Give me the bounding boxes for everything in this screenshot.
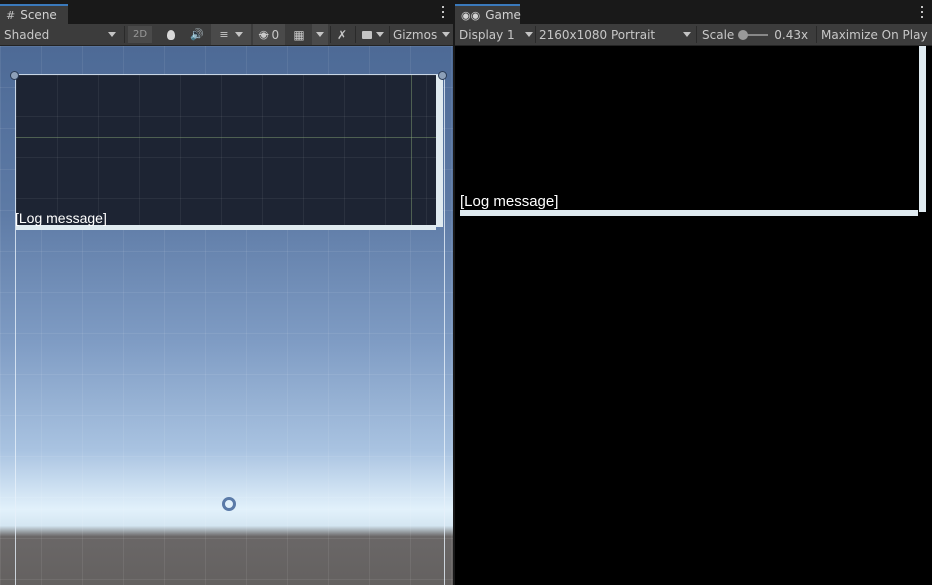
divider	[389, 26, 390, 43]
camera-gizmo-icon[interactable]	[222, 497, 236, 511]
display-value: Display 1	[459, 27, 515, 42]
vertical-scrollbar[interactable]	[919, 46, 926, 212]
scale-slider-knob[interactable]	[738, 29, 749, 40]
scene-tab-strip: # Scene	[0, 0, 453, 24]
scale-value: 0.43x	[774, 27, 809, 42]
log-scroll-view[interactable]	[16, 75, 436, 227]
scale-slider[interactable]	[738, 29, 769, 40]
layers-icon: ≡	[219, 28, 229, 41]
scene-toolbar: Shaded 2D 🔊 ≡ ◉ 0 ▦ ✗ Gizmos	[0, 24, 453, 46]
hidden-eye-icon: ◉	[258, 28, 269, 41]
maximize-on-play-button[interactable]: Maximize On Play	[821, 24, 929, 45]
hidden-count: 0	[271, 27, 280, 42]
panel-guide-line	[16, 137, 436, 138]
chevron-down-icon	[442, 32, 451, 37]
gizmos-label: Gizmos	[393, 27, 438, 42]
grid-icon: #	[6, 8, 16, 22]
game-toolbar: Display 1 2160x1080 Portrait Scale 0.43x…	[455, 24, 932, 46]
scene-viewport[interactable]: [Log message]	[0, 46, 453, 585]
divider	[330, 26, 331, 43]
scene-log-text: [Log message]	[15, 210, 107, 226]
toggle-2d-button[interactable]: 2D	[128, 26, 152, 43]
divider	[124, 26, 125, 43]
scale-control: Scale 0.43x	[702, 24, 814, 45]
display-dropdown[interactable]: Display 1	[459, 24, 533, 45]
audio-toggle[interactable]: 🔊	[186, 24, 208, 45]
divider	[816, 26, 817, 43]
game-viewport[interactable]: [Log message]	[455, 46, 932, 585]
game-tab-strip: ◉◉ Game	[455, 0, 932, 24]
scene-panel: # Scene Shaded 2D 🔊 ≡ ◉ 0 ▦ ✗ Gizmos [Lo…	[0, 0, 453, 585]
kebab-menu-icon[interactable]	[442, 6, 445, 18]
chevron-down-icon	[376, 32, 384, 37]
divider	[696, 26, 697, 43]
divider	[355, 26, 356, 43]
game-log-text: [Log message]	[460, 193, 559, 210]
speaker-icon: 🔊	[190, 28, 204, 41]
draw-mode-dropdown[interactable]: Shaded	[4, 24, 120, 45]
horizontal-scrollbar[interactable]	[460, 210, 918, 216]
resolution-dropdown[interactable]: 2160x1080 Portrait	[539, 24, 691, 45]
game-panel: ◉◉ Game Display 1 2160x1080 Portrait Sca…	[455, 0, 932, 585]
draw-mode-value: Shaded	[4, 27, 50, 42]
lightbulb-icon	[167, 29, 175, 40]
camera-dropdown[interactable]	[359, 24, 387, 45]
camera-icon	[362, 30, 372, 39]
chevron-down-icon	[525, 32, 533, 37]
chevron-down-icon	[234, 32, 243, 37]
panel-guide-line	[411, 75, 412, 227]
maximize-on-play-label: Maximize On Play	[821, 27, 928, 42]
rect-handle-top-left[interactable]	[10, 71, 19, 80]
vertical-scrollbar[interactable]	[436, 75, 443, 227]
kebab-menu-icon[interactable]	[921, 6, 924, 18]
tab-game[interactable]: ◉◉ Game	[455, 4, 521, 24]
divider	[535, 26, 536, 43]
lighting-toggle[interactable]	[160, 24, 182, 45]
gamepad-icon: ◉◉	[461, 8, 481, 22]
toggle-2d-label: 2D	[132, 29, 148, 40]
tab-game-label: Game	[485, 8, 521, 22]
panel-grid	[16, 75, 436, 227]
scene-visibility-toggle[interactable]: ◉ 0	[253, 24, 285, 45]
wrench-icon: ✗	[336, 27, 348, 42]
chevron-down-icon	[316, 32, 324, 37]
tools-toggle[interactable]: ✗	[333, 24, 351, 45]
resolution-value: 2160x1080 Portrait	[539, 27, 656, 42]
tab-scene-label: Scene	[20, 8, 57, 22]
tab-scene[interactable]: # Scene	[0, 4, 68, 24]
grid-options-dropdown[interactable]	[312, 24, 328, 45]
effects-dropdown[interactable]: ≡	[211, 24, 251, 45]
grid-snap-icon: ▦	[293, 27, 305, 42]
rect-handle-top-right[interactable]	[438, 71, 447, 80]
grid-toggle[interactable]: ▦	[288, 24, 310, 45]
chevron-down-icon	[683, 32, 691, 37]
chevron-down-icon	[108, 32, 116, 37]
gizmos-dropdown[interactable]: Gizmos	[393, 24, 453, 45]
scale-label: Scale	[702, 27, 735, 42]
